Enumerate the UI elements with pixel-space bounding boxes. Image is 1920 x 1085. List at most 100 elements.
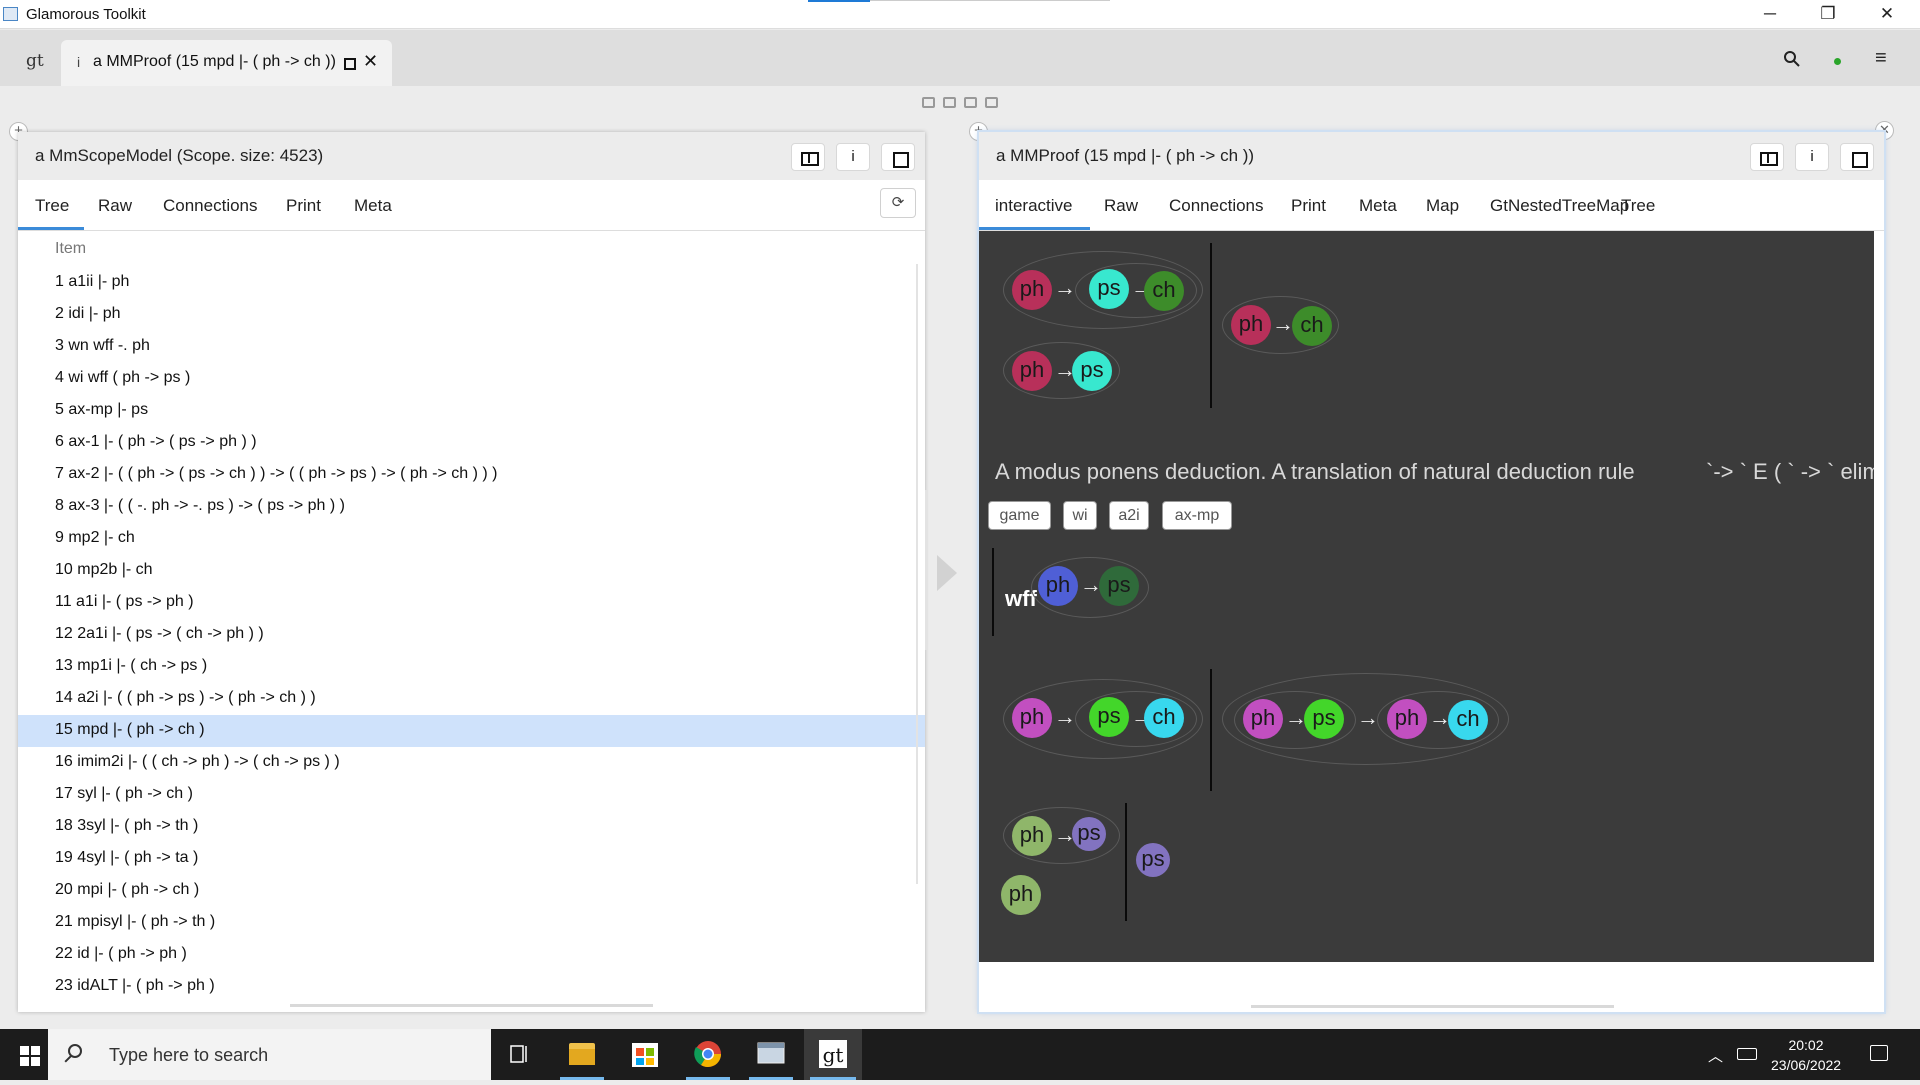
search-icon[interactable]	[1783, 50, 1801, 73]
tab-print[interactable]: Print	[1291, 196, 1326, 216]
tab-tree[interactable]: Tree	[35, 196, 69, 216]
var-ph-node[interactable]: ph	[1387, 699, 1427, 739]
restore-button[interactable]: ❐	[1805, 0, 1851, 29]
list-item[interactable]: 18 3syl |- ( ph -> th )	[18, 811, 925, 843]
list-item[interactable]: 14 a2i |- ( ( ph -> ps ) -> ( ph -> ch )…	[18, 683, 925, 715]
list-item[interactable]: 19 4syl |- ( ph -> ta )	[18, 843, 925, 875]
gt-logo[interactable]: gt	[26, 51, 44, 71]
pager-square-4[interactable]	[985, 97, 998, 108]
var-ph-node[interactable]: ph	[1012, 270, 1052, 310]
vertical-scrollbar[interactable]	[916, 264, 918, 884]
list-item[interactable]: 1 a1ii |- ph	[18, 267, 925, 299]
list-item[interactable]: 11 a1i |- ( ps -> ph )	[18, 587, 925, 619]
list-item[interactable]: 3 wn wff -. ph	[18, 331, 925, 363]
app-window-icon[interactable]	[744, 1029, 798, 1080]
proof-canvas: ph → ps → ch ph → ps ph → ch A modus pon…	[979, 231, 1874, 962]
list-item[interactable]: 10 mp2b |- ch	[18, 555, 925, 587]
var-ch-node[interactable]: ch	[1144, 271, 1184, 311]
list-item[interactable]: 22 id |- ( ph -> ph )	[18, 939, 925, 971]
maximize-button[interactable]	[1840, 143, 1874, 171]
tab-connections[interactable]: Connections	[163, 196, 258, 216]
list-item[interactable]: 17 syl |- ( ph -> ch )	[18, 779, 925, 811]
var-ps-node[interactable]: ps	[1099, 566, 1139, 606]
var-ps-node[interactable]: ps	[1136, 843, 1170, 877]
list-item[interactable]: 23 idALT |- ( ph -> ph )	[18, 971, 925, 1003]
list-item[interactable]: 2 idi |- ph	[18, 299, 925, 331]
chip-a2i[interactable]: a2i	[1109, 501, 1149, 530]
list-item[interactable]: 9 mp2 |- ch	[18, 523, 925, 555]
glamorous-toolkit-icon[interactable]: gt	[804, 1029, 862, 1080]
pager-square-3[interactable]	[964, 97, 977, 108]
tab-connections[interactable]: Connections	[1169, 196, 1264, 216]
var-ps-node[interactable]: ps	[1089, 269, 1129, 309]
menu-icon[interactable]: ≡	[1875, 47, 1887, 70]
windows-start-icon[interactable]	[20, 1046, 40, 1066]
chip-wi[interactable]: wi	[1063, 501, 1097, 530]
info-button[interactable]: i	[836, 143, 870, 171]
notification-icon[interactable]	[1870, 1045, 1888, 1061]
horizontal-scrollbar[interactable]	[290, 1004, 653, 1007]
var-ph-node[interactable]: ph	[1231, 305, 1271, 345]
tab-raw[interactable]: Raw	[1104, 196, 1138, 216]
maximize-button[interactable]	[881, 143, 915, 171]
var-ch-node[interactable]: ch	[1292, 306, 1332, 346]
var-ph-node[interactable]: ph	[1038, 566, 1078, 606]
close-tab-button[interactable]: ✕	[363, 51, 378, 72]
var-ps-node[interactable]: ps	[1072, 351, 1112, 391]
list-item[interactable]: 4 wi wff ( ph -> ps )	[18, 363, 925, 395]
list-item[interactable]: 5 ax-mp |- ps	[18, 395, 925, 427]
var-ch-node[interactable]: ch	[1144, 698, 1184, 738]
chrome-icon[interactable]	[681, 1029, 735, 1080]
task-view-icon[interactable]	[491, 1029, 545, 1080]
chip-game[interactable]: game	[988, 501, 1051, 530]
tray-chevron-up-icon[interactable]: ︿	[1708, 1045, 1723, 1066]
taskbar-clock[interactable]: 20:02 23/06/2022	[1771, 1035, 1841, 1075]
tab-print[interactable]: Print	[286, 196, 321, 216]
battery-icon[interactable]	[1737, 1048, 1757, 1060]
pager-square-2[interactable]	[943, 97, 956, 108]
tab-meta[interactable]: Meta	[354, 196, 392, 216]
refresh-button[interactable]: ⟳	[880, 188, 916, 218]
inspect-book-button[interactable]	[791, 143, 825, 171]
horizontal-scrollbar[interactable]	[1251, 1005, 1614, 1008]
var-ch-node[interactable]: ch	[1448, 700, 1488, 740]
var-ph-node[interactable]: ph	[1001, 875, 1041, 915]
list-item[interactable]: 21 mpisyl |- ( ph -> th )	[18, 907, 925, 939]
list-item[interactable]: 12 2a1i |- ( ps -> ( ch -> ph ) )	[18, 619, 925, 651]
tab-raw[interactable]: Raw	[98, 196, 132, 216]
tab-gtnestedtreemap[interactable]: GtNestedTreeMap	[1490, 196, 1629, 216]
tab-mmproof[interactable]: i a MMProof (15 mpd |- ( ph -> ch )) ✕	[61, 40, 392, 86]
tab-map[interactable]: Map	[1426, 196, 1459, 216]
list-item[interactable]: 15 mpd |- ( ph -> ch )	[18, 715, 925, 747]
inspect-book-button[interactable]	[1750, 143, 1784, 171]
window-title-bar: Glamorous Toolkit ─ ❐ ✕	[0, 0, 1920, 29]
taskbar-search-box[interactable]: Type here to search	[48, 1029, 491, 1080]
pane-splitter-arrow-icon[interactable]	[937, 555, 957, 591]
var-ph-node[interactable]: ph	[1012, 816, 1052, 856]
list-item[interactable]: 8 ax-3 |- ( ( -. ph -> -. ps ) -> ( ps -…	[18, 491, 925, 523]
list-item[interactable]: 7 ax-2 |- ( ( ph -> ( ps -> ch ) ) -> ( …	[18, 459, 925, 491]
implies-arrow: →	[1272, 311, 1294, 336]
tab-tree[interactable]: Tree	[1621, 196, 1655, 216]
pager-square-1[interactable]	[922, 97, 935, 108]
tab-interactive[interactable]: interactive	[995, 196, 1072, 216]
info-button[interactable]: i	[1795, 143, 1829, 171]
var-ps-node[interactable]: ps	[1089, 697, 1129, 737]
var-ph-node[interactable]: ph	[1243, 699, 1283, 739]
minimize-button[interactable]: ─	[1747, 0, 1793, 29]
list-item[interactable]: 6 ax-1 |- ( ph -> ( ps -> ph ) )	[18, 427, 925, 459]
var-ps-node[interactable]: ps	[1304, 699, 1344, 739]
close-window-button[interactable]: ✕	[1864, 0, 1910, 29]
var-ps-node[interactable]: ps	[1072, 817, 1106, 851]
clock-time: 20:02	[1788, 1037, 1824, 1053]
list-item[interactable]: 16 imim2i |- ( ( ch -> ph ) -> ( ch -> p…	[18, 747, 925, 779]
list-item[interactable]: 20 mpi |- ( ph -> ch )	[18, 875, 925, 907]
var-ph-node[interactable]: ph	[1012, 351, 1052, 391]
chip-ax-mp[interactable]: ax-mp	[1162, 501, 1232, 530]
tab-meta[interactable]: Meta	[1359, 196, 1397, 216]
store-icon[interactable]	[618, 1029, 672, 1080]
var-ph-node[interactable]: ph	[1012, 698, 1052, 738]
maximize-tab-icon[interactable]	[344, 58, 356, 70]
list-item[interactable]: 13 mp1i |- ( ch -> ps )	[18, 651, 925, 683]
file-explorer-icon[interactable]	[555, 1029, 609, 1080]
